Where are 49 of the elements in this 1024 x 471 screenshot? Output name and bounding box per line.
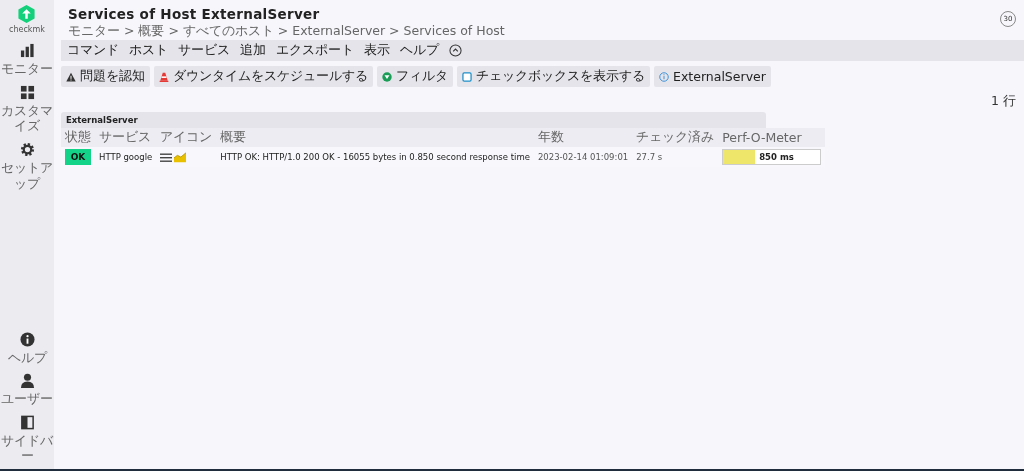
warning-icon — [66, 71, 76, 82]
menu-item[interactable]: コマンド — [67, 42, 119, 59]
menu-item[interactable]: サービス — [178, 42, 230, 59]
column-header[interactable]: 年数 — [533, 128, 633, 147]
breadcrumb: モニター > 概要 > すべてのホスト > ExternalServer > Services of Host — [68, 23, 505, 40]
column-header[interactable]: チェック済み — [632, 128, 719, 147]
menu-item[interactable]: エクスポート — [276, 42, 354, 59]
action-button[interactable]: ダウンタイムをスケジュールする — [154, 66, 373, 87]
sidebar-item[interactable]: ヘルプ — [0, 331, 54, 366]
sidebar-item[interactable]: ユーザー — [0, 373, 54, 407]
collapse-icon[interactable] — [449, 44, 462, 57]
sidebar-item[interactable]: カスタマイズ — [0, 84, 54, 134]
sidebar-item[interactable]: サイドバー — [0, 414, 54, 464]
user-icon — [19, 373, 35, 389]
column-header[interactable]: アイコン — [156, 128, 217, 147]
state-badge: OK — [65, 149, 91, 165]
checkmk-logo[interactable]: checkmk — [9, 4, 45, 34]
column-header[interactable]: Perf-O-Meter — [718, 128, 826, 147]
table-cell: HTTP google — [95, 147, 157, 167]
bar-chart-icon — [19, 43, 35, 58]
menu-item[interactable]: ホスト — [129, 42, 168, 59]
table-group-header: ExternalServer — [61, 112, 766, 128]
sidebar-item[interactable]: セットアップ — [0, 141, 54, 192]
traffic-cone-icon — [159, 71, 169, 82]
action-button[interactable]: 問題を認知 — [61, 66, 150, 87]
action-button[interactable]: ExternalServer — [654, 66, 771, 87]
filter-icon — [382, 71, 392, 82]
table-cell: 27.7 s — [632, 147, 719, 167]
menu-item[interactable]: 追加 — [240, 42, 266, 59]
menu-item[interactable]: 表示 — [364, 42, 390, 59]
info-icon — [19, 331, 35, 347]
column-header[interactable]: 状態 — [61, 128, 95, 147]
menu-item[interactable]: ヘルプ — [400, 42, 439, 59]
sidebar-toggle-icon — [19, 414, 35, 430]
column-header[interactable]: サービス — [95, 128, 157, 147]
info-icon — [659, 71, 669, 82]
column-header[interactable]: 概要 — [216, 128, 534, 147]
gear-icon — [19, 141, 35, 157]
table-cell: HTTP OK: HTTP/1.0 200 OK - 16055 bytes in 0.850 second response time — [216, 147, 534, 167]
checkbox-icon — [462, 71, 472, 82]
perf-reading: 850 ms — [759, 152, 794, 162]
page-title: Services of Host ExternalServer — [68, 6, 321, 22]
menu-icon[interactable] — [160, 151, 173, 163]
grid-icon — [19, 84, 35, 100]
row-count: 1 行 — [991, 93, 1016, 110]
sidebar-item[interactable]: モニター — [0, 43, 54, 77]
action-button[interactable]: チェックボックスを表示する — [457, 66, 650, 87]
action-button[interactable]: フィルタ — [377, 66, 453, 87]
table-cell: 2023-02-14 01:09:01 — [533, 147, 633, 167]
